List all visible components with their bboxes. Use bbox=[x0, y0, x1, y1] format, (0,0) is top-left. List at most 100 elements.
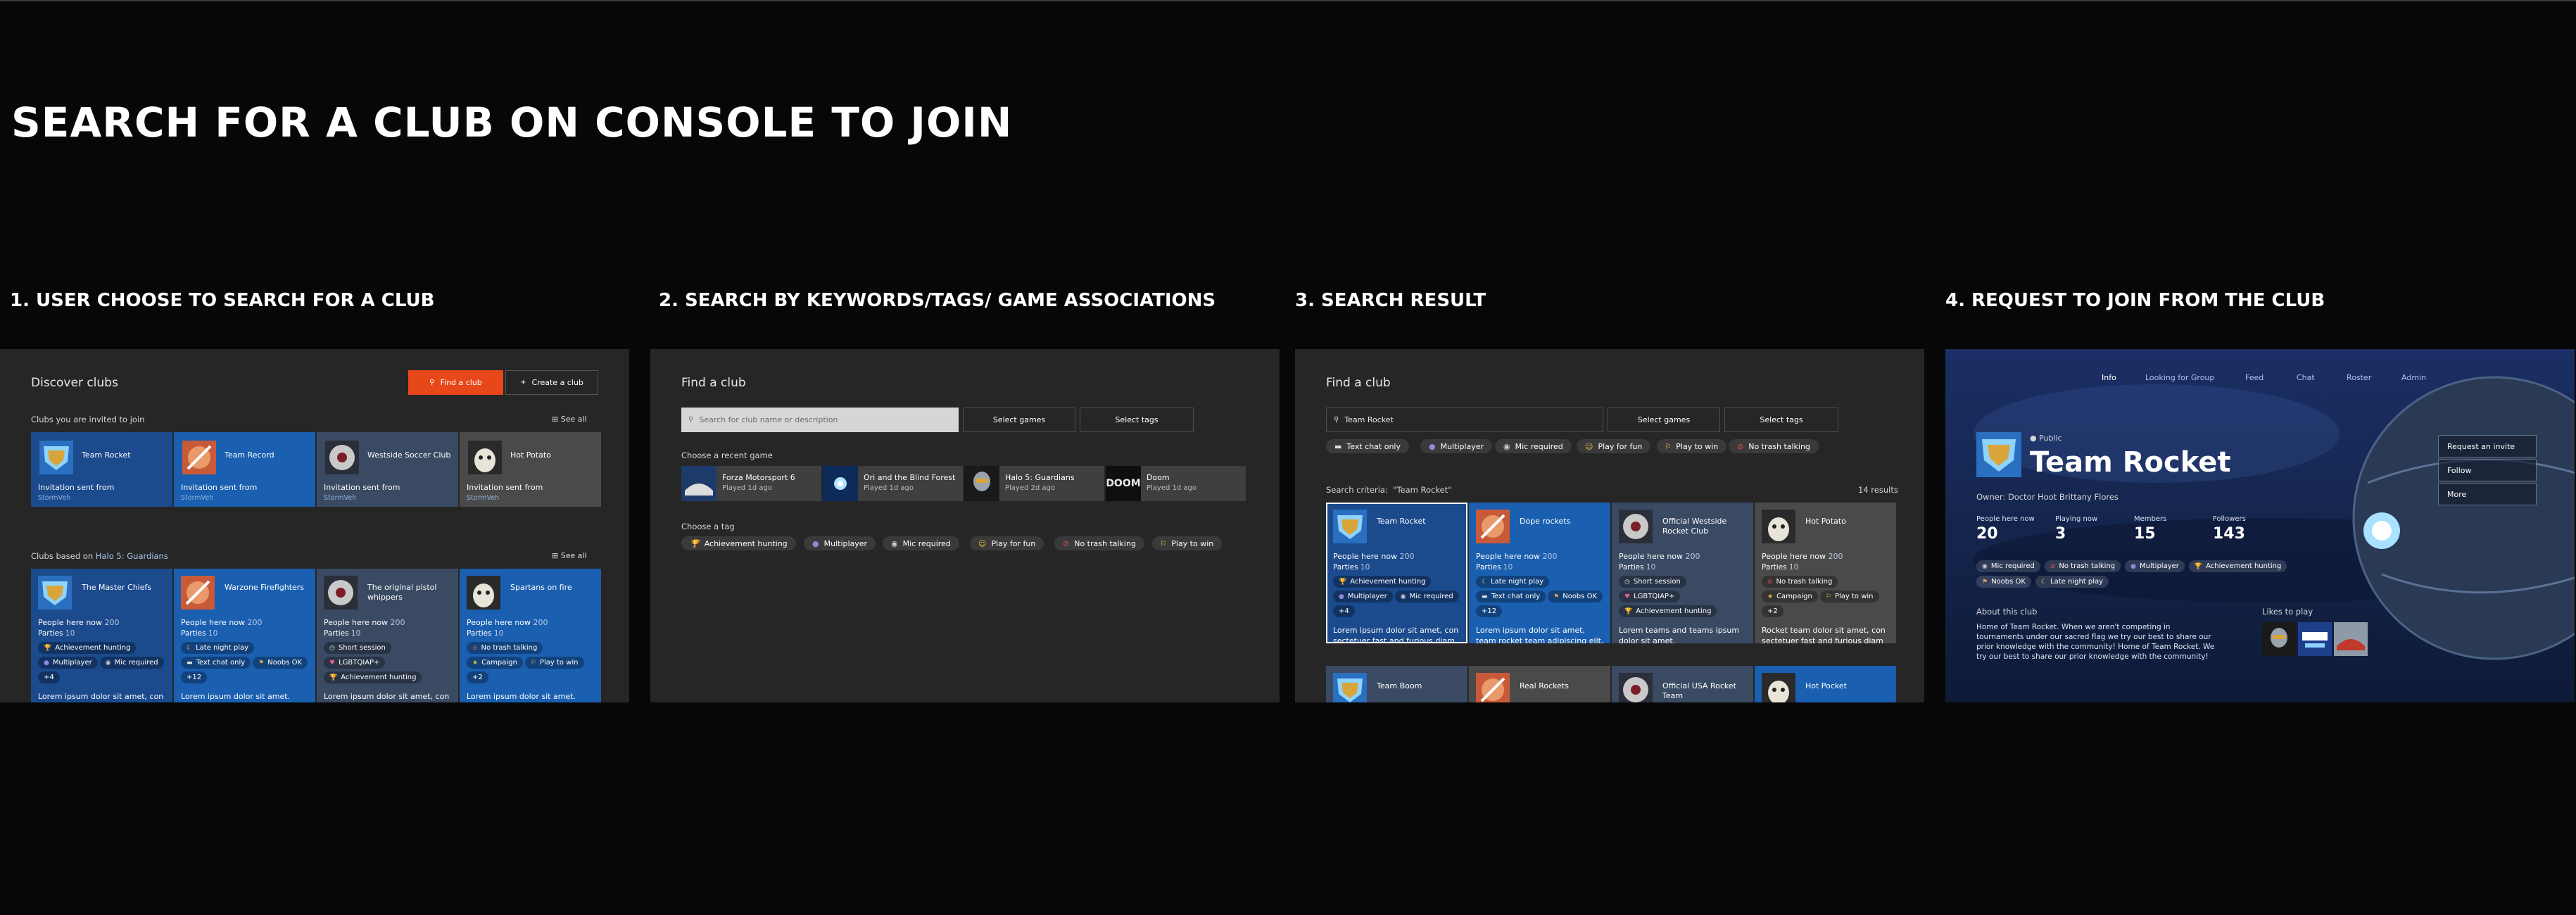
people-count: 200 bbox=[1828, 552, 1843, 561]
controller-icon: ● bbox=[2130, 562, 2136, 570]
tag-label: Achievement hunting bbox=[1350, 578, 1426, 586]
forza-thumbnail[interactable] bbox=[2334, 622, 2368, 659]
tag-label: No trash talking bbox=[481, 644, 538, 652]
tab-feed[interactable]: Feed bbox=[2245, 373, 2264, 382]
win-icon: ⚐ bbox=[530, 659, 536, 667]
club-tag: ◉ Mic required bbox=[1394, 591, 1459, 602]
game-tile[interactable]: Halo 5: Guardians Played 2d ago bbox=[964, 466, 1104, 501]
club-card[interactable]: Spartans on fire People here now 200 Parti… bbox=[460, 569, 601, 702]
search-criteria: Search criteria: "Team Rocket" bbox=[1326, 485, 1451, 495]
rocket-league-logo bbox=[39, 441, 73, 474]
tag-chip[interactable]: ⚐ Play to win bbox=[1152, 536, 1223, 550]
no-talk-icon: ⊘ bbox=[472, 644, 478, 652]
people-here-now: People here now 200 bbox=[1619, 552, 1700, 561]
tab-roster[interactable]: Roster bbox=[2347, 373, 2371, 382]
search-icon: ⚲ bbox=[688, 416, 694, 424]
tag-chip[interactable]: ◉ Mic required bbox=[883, 536, 959, 550]
invited-clubs-row: Team Rocket Invitation sent from StormVe… bbox=[31, 432, 601, 507]
club-name: Warzone Firefighters bbox=[225, 583, 305, 592]
rocket-league-thumbnail[interactable] bbox=[2298, 622, 2332, 659]
club-card[interactable]: Real Rockets bbox=[1469, 666, 1610, 702]
find-club-button[interactable]: ⚲ Find a club bbox=[408, 370, 503, 395]
club-card[interactable]: Hot Potato People here now 200 Parties 10 ⊘… bbox=[1755, 503, 1896, 643]
screen-title: Find a club bbox=[681, 376, 746, 390]
about-text: Home of Team Rocket. When we aren't comp… bbox=[1976, 623, 2215, 661]
club-tag: +12 bbox=[181, 671, 208, 683]
tab-admin[interactable]: Admin bbox=[2401, 373, 2426, 382]
club-card[interactable]: The Master Chiefs People here now 200 Part… bbox=[31, 569, 172, 702]
filter-chip[interactable]: ▬ Text chat only bbox=[1326, 439, 1409, 453]
tag-chip[interactable]: ● Multiplayer bbox=[804, 536, 876, 550]
tag-label: Achievement hunting bbox=[704, 538, 788, 548]
filter-chip[interactable]: ◉ Mic required bbox=[1495, 439, 1572, 453]
chat-icon: ▬ bbox=[1334, 441, 1342, 451]
follow-button[interactable]: Follow bbox=[2438, 459, 2537, 481]
club-card[interactable]: The original pistol whippers People here … bbox=[317, 569, 458, 702]
game-tile[interactable]: Ori and the Blind Forest Played 1d ago bbox=[823, 466, 963, 501]
club-search-input[interactable]: ⚲ Team Rocket bbox=[1326, 408, 1603, 432]
invite-card[interactable]: Westside Soccer Club Invitation sent fro… bbox=[317, 432, 458, 507]
club-search-input[interactable]: ⚲ Search for club name or description bbox=[681, 408, 959, 432]
club-description: Lorem ipsum dolor sit amet, con bbox=[38, 692, 164, 701]
people-here-now: People here now 200 bbox=[1333, 552, 1415, 561]
create-club-button[interactable]: + Create a club bbox=[505, 370, 598, 395]
filter-chip[interactable]: ⚐ Play to win bbox=[1657, 439, 1727, 453]
club-tag: ◉ Mic required bbox=[1976, 560, 2040, 572]
tab-looking-for-group[interactable]: Looking for Group bbox=[2145, 373, 2214, 382]
parties-count: Parties 10 bbox=[38, 629, 75, 638]
invite-sender: StormVeh bbox=[181, 494, 214, 502]
see-all-game-clubs-link[interactable]: ⊞ See all bbox=[552, 551, 587, 560]
tag-chip[interactable]: ⊘ No trash talking bbox=[1054, 536, 1144, 550]
win-icon: ⚐ bbox=[1161, 538, 1167, 548]
filter-chip[interactable]: ● Multiplayer bbox=[1420, 439, 1493, 453]
game-played: Played 2d ago bbox=[1005, 484, 1056, 492]
people-count: 200 bbox=[247, 618, 263, 627]
club-card[interactable]: Hot Pocket bbox=[1755, 666, 1896, 702]
stat-label: Members bbox=[2134, 515, 2167, 523]
club-card[interactable]: Team Boom bbox=[1326, 666, 1467, 702]
more-button[interactable]: More bbox=[2438, 483, 2537, 505]
club-card[interactable]: Official USA Rocket Team bbox=[1612, 666, 1753, 702]
tag-chip[interactable]: 🏆 Achievement hunting bbox=[681, 536, 796, 550]
tag-label: No trash talking bbox=[2059, 562, 2116, 570]
select-tags-dropdown[interactable]: Select tags bbox=[1724, 408, 1838, 432]
tag-label: Mic required bbox=[1409, 593, 1453, 600]
parties-number: 10 bbox=[1788, 563, 1799, 572]
tab-chat[interactable]: Chat bbox=[2297, 373, 2315, 382]
stat-label: Playing now bbox=[2055, 515, 2098, 523]
club-tag: ◷ Short session bbox=[324, 642, 391, 654]
select-tags-dropdown[interactable]: Select tags bbox=[1080, 408, 1194, 432]
tab-info[interactable]: Info bbox=[2102, 373, 2116, 382]
club-card[interactable]: Warzone Firefighters People here now 200 P… bbox=[174, 569, 315, 702]
club-tags: ⊘ No trash talking ★ Campaign ⚐ Play to win +2 bbox=[1762, 576, 1893, 617]
select-games-dropdown[interactable]: Select games bbox=[1608, 408, 1720, 432]
select-games-dropdown[interactable]: Select games bbox=[963, 408, 1075, 432]
controller-icon: ● bbox=[1429, 441, 1436, 451]
game-tile[interactable]: Forza Motorsport 6 Played 1d ago bbox=[681, 466, 821, 501]
club-card[interactable]: Dope rockets People here now 200 Parties 1… bbox=[1469, 503, 1610, 643]
tag-label: Mic required bbox=[1515, 441, 1563, 451]
club-description: Lorem teams and teams ipsum dolor sit am… bbox=[1619, 626, 1740, 643]
find-club-label: Find a club bbox=[440, 378, 482, 387]
club-description: Lorem ipsum dolor sit amet, team rocket … bbox=[1476, 626, 1604, 643]
stat-people-here: People here now 20 bbox=[1976, 515, 2055, 543]
halo-thumbnail[interactable] bbox=[2262, 622, 2296, 659]
game-tile[interactable]: DOOM Doom Played 1d ago bbox=[1106, 466, 1246, 501]
club-card[interactable]: Official Westside Rocket Club People here… bbox=[1612, 503, 1753, 643]
tag-label: +4 bbox=[1339, 607, 1349, 615]
club-card[interactable]: Team Rocket People here now 200 Parties 10… bbox=[1326, 503, 1467, 643]
invite-card[interactable]: Team Rocket Invitation sent from StormVe… bbox=[31, 432, 172, 507]
invite-card[interactable]: Hot Potato Invitation sent from StormVeh bbox=[460, 432, 601, 507]
filter-chip[interactable]: ☺ Play for fun bbox=[1577, 439, 1651, 453]
request-invite-button[interactable]: Request an invite bbox=[2438, 435, 2537, 458]
see-all-invited-link[interactable]: ⊞ See all bbox=[552, 415, 587, 424]
tag-chip[interactable]: ☺ Play for fun bbox=[970, 536, 1044, 550]
find-club-screen: Find a club ⚲ Search for club name or des… bbox=[650, 349, 1280, 702]
mic-icon: ◉ bbox=[891, 538, 898, 548]
invite-card[interactable]: Team Record Invitation sent from StormVe… bbox=[174, 432, 315, 507]
club-tag: +2 bbox=[467, 671, 488, 683]
stat-playing-now: Playing now 3 bbox=[2055, 515, 2134, 543]
filter-chip[interactable]: ⊘ No trash talking bbox=[1729, 439, 1819, 453]
tag-label: Achievement hunting bbox=[341, 674, 417, 681]
tag-label: Late night play bbox=[2050, 578, 2104, 586]
